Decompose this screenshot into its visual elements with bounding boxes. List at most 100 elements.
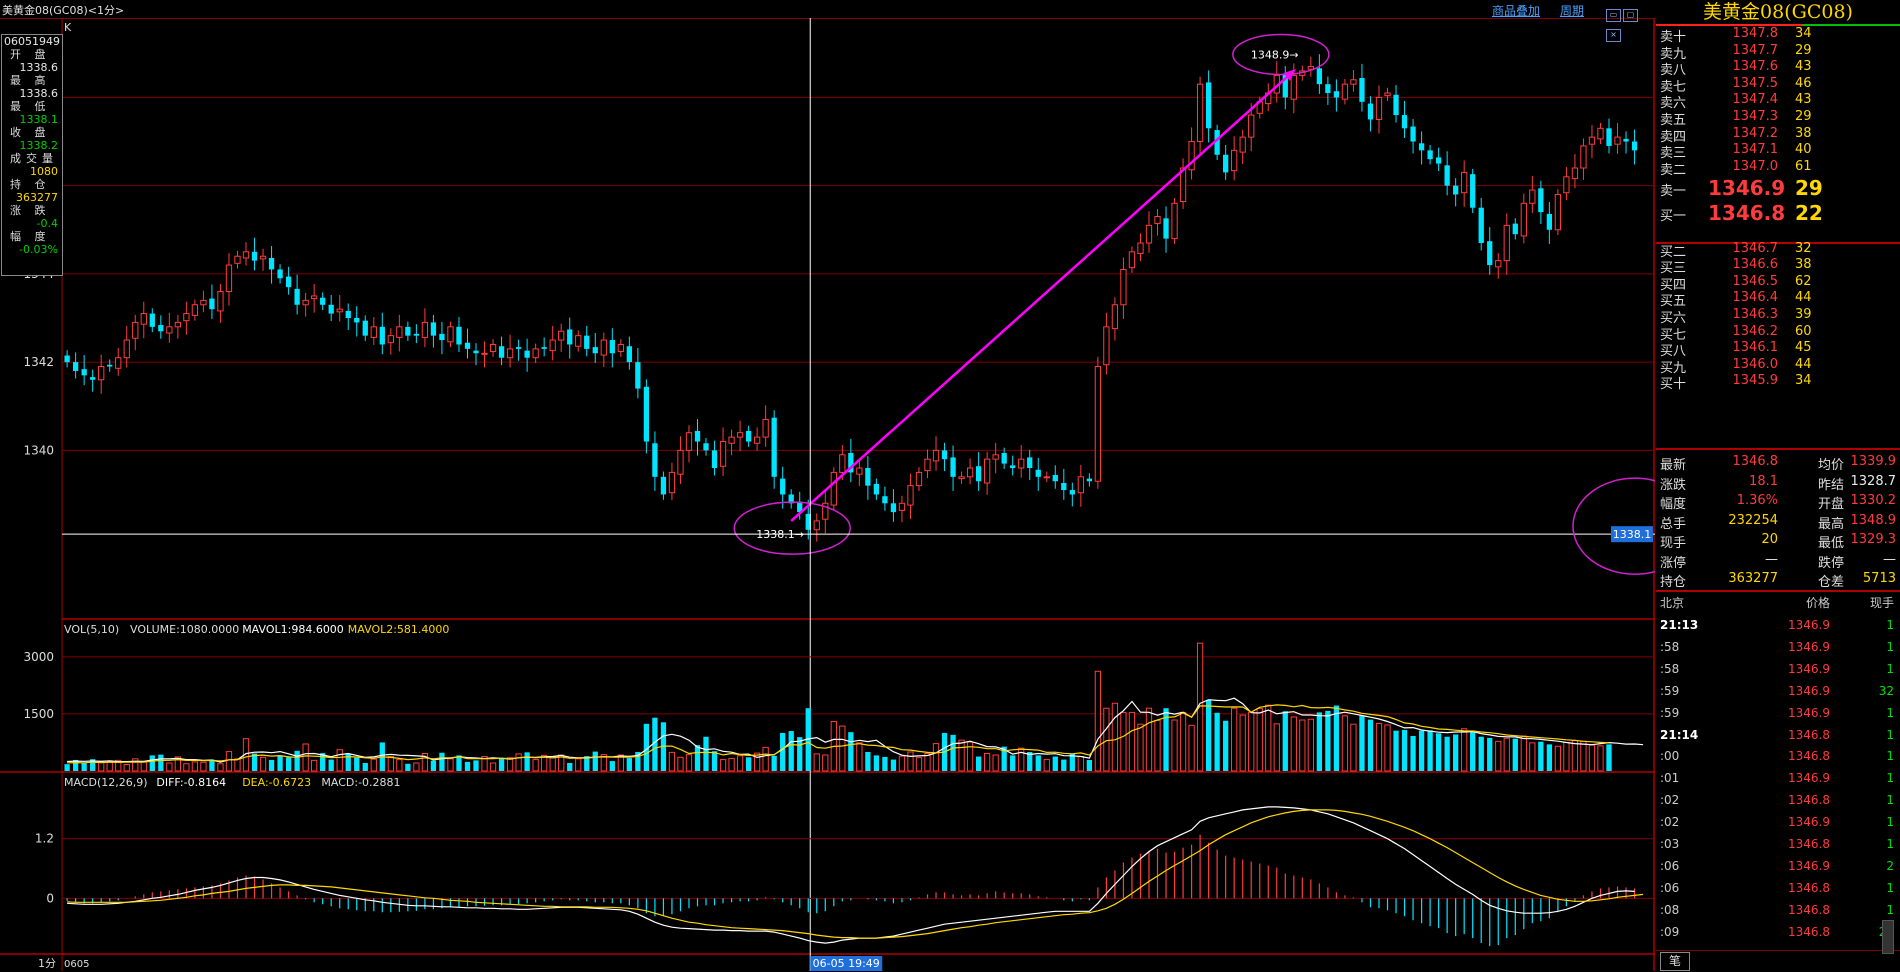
candle [90,377,96,380]
overlay-commodity-link[interactable]: 商品叠加 [1492,2,1540,19]
volume-bar [898,755,906,772]
tick-time: :06 [1660,858,1680,873]
stat-label: 持仓 [1660,575,1687,590]
dea-line [67,809,1644,939]
ask-row[interactable]: 卖一 1346.9 29 [1660,174,1896,200]
bid-price: 1346.5 [1732,273,1779,289]
tick-price: 1346.9 [1788,858,1830,873]
stat-value: 1328.7 [1850,473,1897,489]
volume-bar [405,763,411,771]
bid-price: 1346.4 [1732,290,1779,306]
volume-bar [1418,730,1425,771]
candle [183,313,190,322]
stat-label: 涨跌 [1660,477,1687,493]
candle [975,466,982,482]
volume-bar [1273,723,1280,772]
info-label: 最 高 [10,74,51,87]
candle [1239,136,1246,153]
volume-bar [166,762,173,772]
volume-bar [1231,707,1238,772]
candle [745,430,752,442]
volume-bar [848,732,854,771]
volume-bar [1077,756,1084,772]
volume-bar [464,761,471,771]
info-item: 持 仓 363277 [2,178,62,204]
volume-bar [1205,699,1212,771]
macd-legend-text: MACD(12,26,9) [64,776,148,789]
volume-bar [1290,716,1297,772]
volume-bar [958,739,965,772]
volume-bar [983,752,991,772]
bid-row[interactable]: 买十 1345.9 34 [1660,373,1896,393]
volume-bar [396,759,403,772]
volume-bar [370,758,377,772]
tick-qty: 1 [1886,618,1894,632]
candle [1205,82,1212,129]
ask-price: 1347.4 [1732,92,1779,108]
volume-bar [1282,711,1288,771]
volume-bar [992,754,999,772]
candle [1401,115,1408,129]
candle [600,339,607,356]
volume-bar [1086,759,1092,771]
volume-bar [668,751,676,772]
candle [652,443,658,477]
volume-bar [626,758,632,771]
candle [447,326,454,343]
candle [1444,165,1450,186]
tick-row: :58 1346.9 1 [1660,640,1896,662]
volume-bar [294,750,300,771]
candle [64,355,70,363]
candle [532,348,539,359]
window-title: 美黄金08(GC08)<1分> [2,4,125,17]
volume-bar [592,751,598,771]
volume-bar [498,758,505,771]
candle [1571,167,1579,180]
period-link[interactable]: 周期 [1560,2,1584,19]
ask-volume: 38 [1795,125,1812,141]
volume-bar [234,758,241,772]
candle [123,339,130,359]
tick-row: :00 1346.8 1 [1660,749,1896,771]
ask-volume: 46 [1795,75,1812,91]
candle [1546,213,1553,230]
volume-bar [1546,744,1553,771]
volume-bar [822,754,829,772]
volume-bar [1307,718,1314,772]
volume-bar [1239,714,1246,772]
tab-ticks[interactable]: 笔 [1660,952,1690,971]
candle [915,471,923,487]
bid-row[interactable]: 买一 1346.8 22 [1660,199,1896,225]
info-item: 成交量 1080 [2,152,62,178]
candle [251,251,258,261]
tick-price: 1346.8 [1788,902,1830,917]
candle [1325,84,1331,93]
volume-bar [1359,715,1365,771]
candle [405,326,411,336]
volume-bar [354,757,360,771]
candle [132,321,139,339]
stat-value: 5713 [1862,571,1896,586]
volume-bar [1333,705,1340,771]
ask-price: 1347.2 [1732,125,1779,141]
info-label: 持 仓 [10,178,51,191]
tick-price: 1346.8 [1788,749,1830,764]
volume-bar [839,725,846,772]
tick-price: 1346.8 [1788,837,1830,851]
tick-price: 1346.9 [1788,683,1830,698]
diff-line [67,806,1635,944]
tick-scrollbar[interactable] [1882,920,1894,954]
tick-price: 1346.8 [1788,727,1830,742]
candle [149,313,155,327]
tick-time: :09 [1660,924,1680,939]
price-tick-label: 1340 [23,443,54,457]
info-value: -0.4 [36,217,58,230]
stat-label: 幅度 [1660,497,1687,512]
candle [498,346,505,358]
candle [1393,94,1399,116]
candle [506,348,514,359]
volume-bar [1453,734,1459,771]
chart-area[interactable]: 134013421344K1348.9→1338.1→1338.11500300… [0,18,1655,971]
volume-bar [1111,702,1119,772]
candle [413,333,420,336]
